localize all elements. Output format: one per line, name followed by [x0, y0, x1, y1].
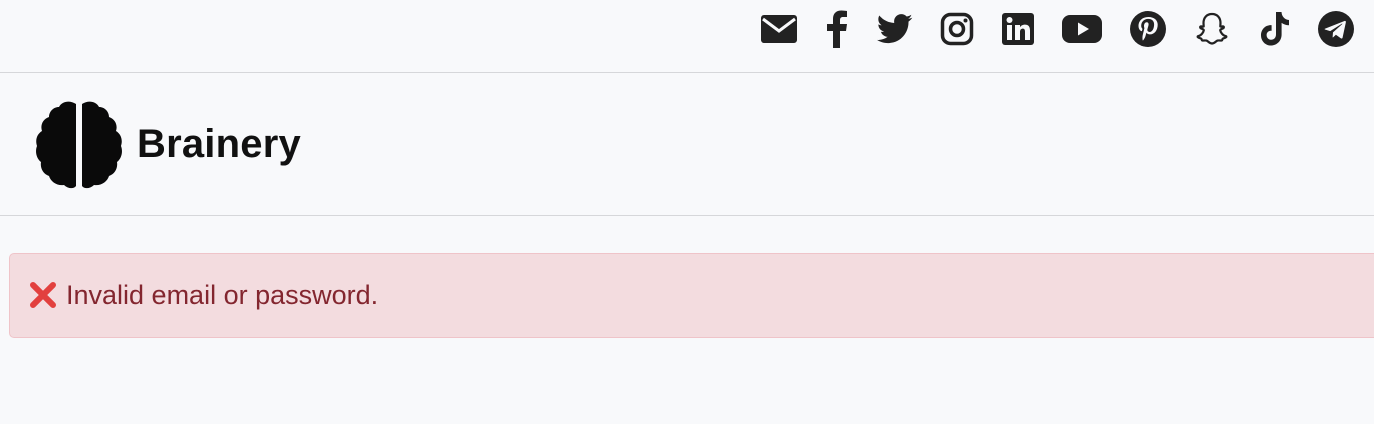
brand-name[interactable]: Brainery [137, 121, 301, 167]
cross-mark-icon [29, 281, 57, 309]
tiktok-icon[interactable] [1256, 10, 1294, 48]
brain-icon[interactable] [34, 100, 124, 190]
email-icon[interactable] [758, 10, 800, 48]
snapchat-icon[interactable] [1192, 10, 1232, 48]
linkedin-icon[interactable] [1000, 10, 1036, 48]
social-header [0, 0, 1374, 73]
facebook-icon[interactable] [822, 10, 852, 48]
youtube-icon[interactable] [1060, 10, 1104, 48]
instagram-icon[interactable] [938, 10, 976, 48]
pinterest-icon[interactable] [1128, 10, 1168, 48]
twitter-icon[interactable] [876, 10, 914, 48]
error-alert: Invalid email or password. [9, 253, 1374, 338]
alert-message: Invalid email or password. [66, 280, 379, 310]
telegram-icon[interactable] [1316, 10, 1356, 48]
brand-header: Brainery [0, 73, 1374, 216]
